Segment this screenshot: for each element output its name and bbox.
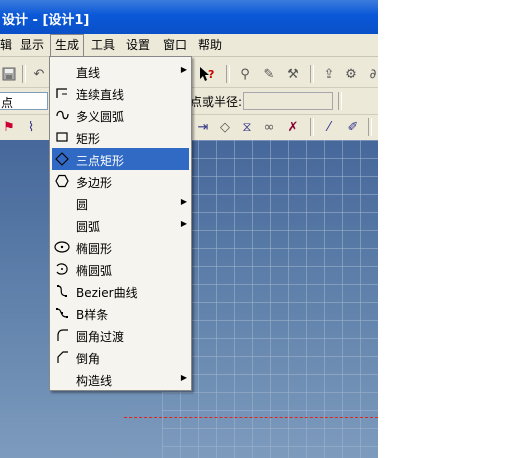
pick-icon[interactable]: ✐ bbox=[344, 118, 362, 136]
bezier-curve-icon bbox=[54, 283, 70, 299]
menu-item-circle[interactable]: 圆 ▶ bbox=[52, 192, 189, 214]
menu-tools[interactable]: 工具 bbox=[87, 34, 119, 56]
line-tool-icon[interactable]: ⁄ bbox=[320, 118, 338, 136]
menu-item-arc[interactable]: 圆弧 ▶ bbox=[52, 214, 189, 236]
tool-icon[interactable]: ⚒ bbox=[284, 65, 302, 83]
application-window: 设计 - [设计1] 辑 显示 生成 工具 设置 窗口 帮助 ↶ ? ⚲ ✎ ⚒… bbox=[0, 0, 378, 458]
three-point-rectangle-icon bbox=[54, 151, 70, 167]
menu-item-chamfer[interactable]: 倒角 bbox=[52, 346, 189, 368]
measure-icon[interactable]: ✎ bbox=[260, 65, 278, 83]
elliptic-arc-icon bbox=[54, 261, 70, 277]
save-icon[interactable] bbox=[0, 65, 18, 83]
toolbar-separator bbox=[368, 118, 372, 136]
submenu-arrow-icon: ▶ bbox=[180, 197, 187, 206]
menu-item-fillet[interactable]: 圆角过渡 bbox=[52, 324, 189, 346]
menu-item-construction-line[interactable]: 构造线 ▶ bbox=[52, 368, 189, 390]
gear-icon[interactable]: ⚙ bbox=[342, 65, 360, 83]
menu-item-line[interactable]: 直线 ▶ bbox=[52, 60, 189, 82]
menu-item-b-spline[interactable]: B样条 bbox=[52, 302, 189, 324]
context-help-icon[interactable]: ? bbox=[198, 65, 216, 83]
menu-bar: 辑 显示 生成 工具 设置 窗口 帮助 bbox=[0, 34, 378, 57]
ellipse-icon bbox=[54, 239, 70, 255]
mirror-icon[interactable]: ⧖ bbox=[238, 118, 256, 136]
stretch-icon[interactable]: ⇥ bbox=[194, 118, 212, 136]
import-icon[interactable]: ⇪ bbox=[320, 65, 338, 83]
submenu-arrow-icon: ▶ bbox=[180, 373, 187, 382]
menu-window[interactable]: 窗口 bbox=[159, 34, 191, 56]
menu-help[interactable]: 帮助 bbox=[194, 34, 226, 56]
menu-item-ellipse[interactable]: 椭圆形 bbox=[52, 236, 189, 258]
x-axis-line bbox=[124, 417, 378, 418]
radius-label: 点或半径: bbox=[190, 95, 243, 109]
svg-text:?: ? bbox=[208, 68, 214, 81]
fillet-icon bbox=[54, 327, 70, 343]
menu-item-three-point-rectangle[interactable]: 三点矩形 bbox=[52, 148, 189, 170]
point-field[interactable]: 点 bbox=[0, 92, 48, 110]
rotate-icon[interactable]: ◇ bbox=[216, 118, 234, 136]
toolbar-separator bbox=[226, 65, 230, 83]
pen-icon[interactable]: ∂ bbox=[364, 65, 378, 83]
brush-icon[interactable]: ⌇ bbox=[22, 118, 40, 136]
canvas-grid bbox=[162, 140, 378, 458]
toolbar-separator bbox=[310, 118, 314, 136]
rectangle-icon bbox=[54, 129, 70, 145]
menu-edit[interactable]: 辑 bbox=[0, 34, 16, 56]
undo-icon[interactable]: ↶ bbox=[30, 65, 48, 83]
flag-icon[interactable]: ⚑ bbox=[0, 118, 18, 136]
query-icon[interactable]: ⚲ bbox=[236, 65, 254, 83]
submenu-arrow-icon: ▶ bbox=[180, 65, 187, 74]
array-icon[interactable]: ∞ bbox=[260, 118, 278, 136]
menu-item-poly-arc[interactable]: 多义圆弧 bbox=[52, 104, 189, 126]
menu-item-polyline[interactable]: 连续直线 bbox=[52, 82, 189, 104]
menu-item-polygon[interactable]: 多边形 bbox=[52, 170, 189, 192]
polygon-icon bbox=[54, 173, 70, 189]
menu-item-rectangle[interactable]: 矩形 bbox=[52, 126, 189, 148]
menu-item-elliptic-arc[interactable]: 椭圆弧 bbox=[52, 258, 189, 280]
menu-view[interactable]: 显示 bbox=[16, 34, 48, 56]
toolbar-separator bbox=[338, 92, 342, 110]
title-bar[interactable]: 设计 - [设计1] bbox=[0, 0, 378, 34]
generate-menu-dropdown: 直线 ▶ 连续直线 多义圆弧 矩形 三点矩形 多边形 圆 ▶ 圆弧 ▶ 椭圆形 … bbox=[49, 56, 192, 391]
toolbar-separator bbox=[310, 65, 314, 83]
b-spline-icon bbox=[54, 305, 70, 321]
submenu-arrow-icon: ▶ bbox=[180, 219, 187, 228]
radius-input[interactable] bbox=[243, 92, 333, 110]
window-title: 设计 - [设计1] bbox=[2, 13, 90, 28]
toolbar-separator bbox=[22, 65, 26, 83]
menu-generate[interactable]: 生成 bbox=[50, 34, 85, 56]
delete-icon[interactable]: ✗ bbox=[284, 118, 302, 136]
menu-settings[interactable]: 设置 bbox=[122, 34, 154, 56]
menu-item-bezier-curve[interactable]: Bezier曲线 bbox=[52, 280, 189, 302]
polyline-icon bbox=[54, 85, 70, 101]
poly-arc-icon bbox=[54, 107, 70, 123]
chamfer-icon bbox=[54, 349, 70, 365]
